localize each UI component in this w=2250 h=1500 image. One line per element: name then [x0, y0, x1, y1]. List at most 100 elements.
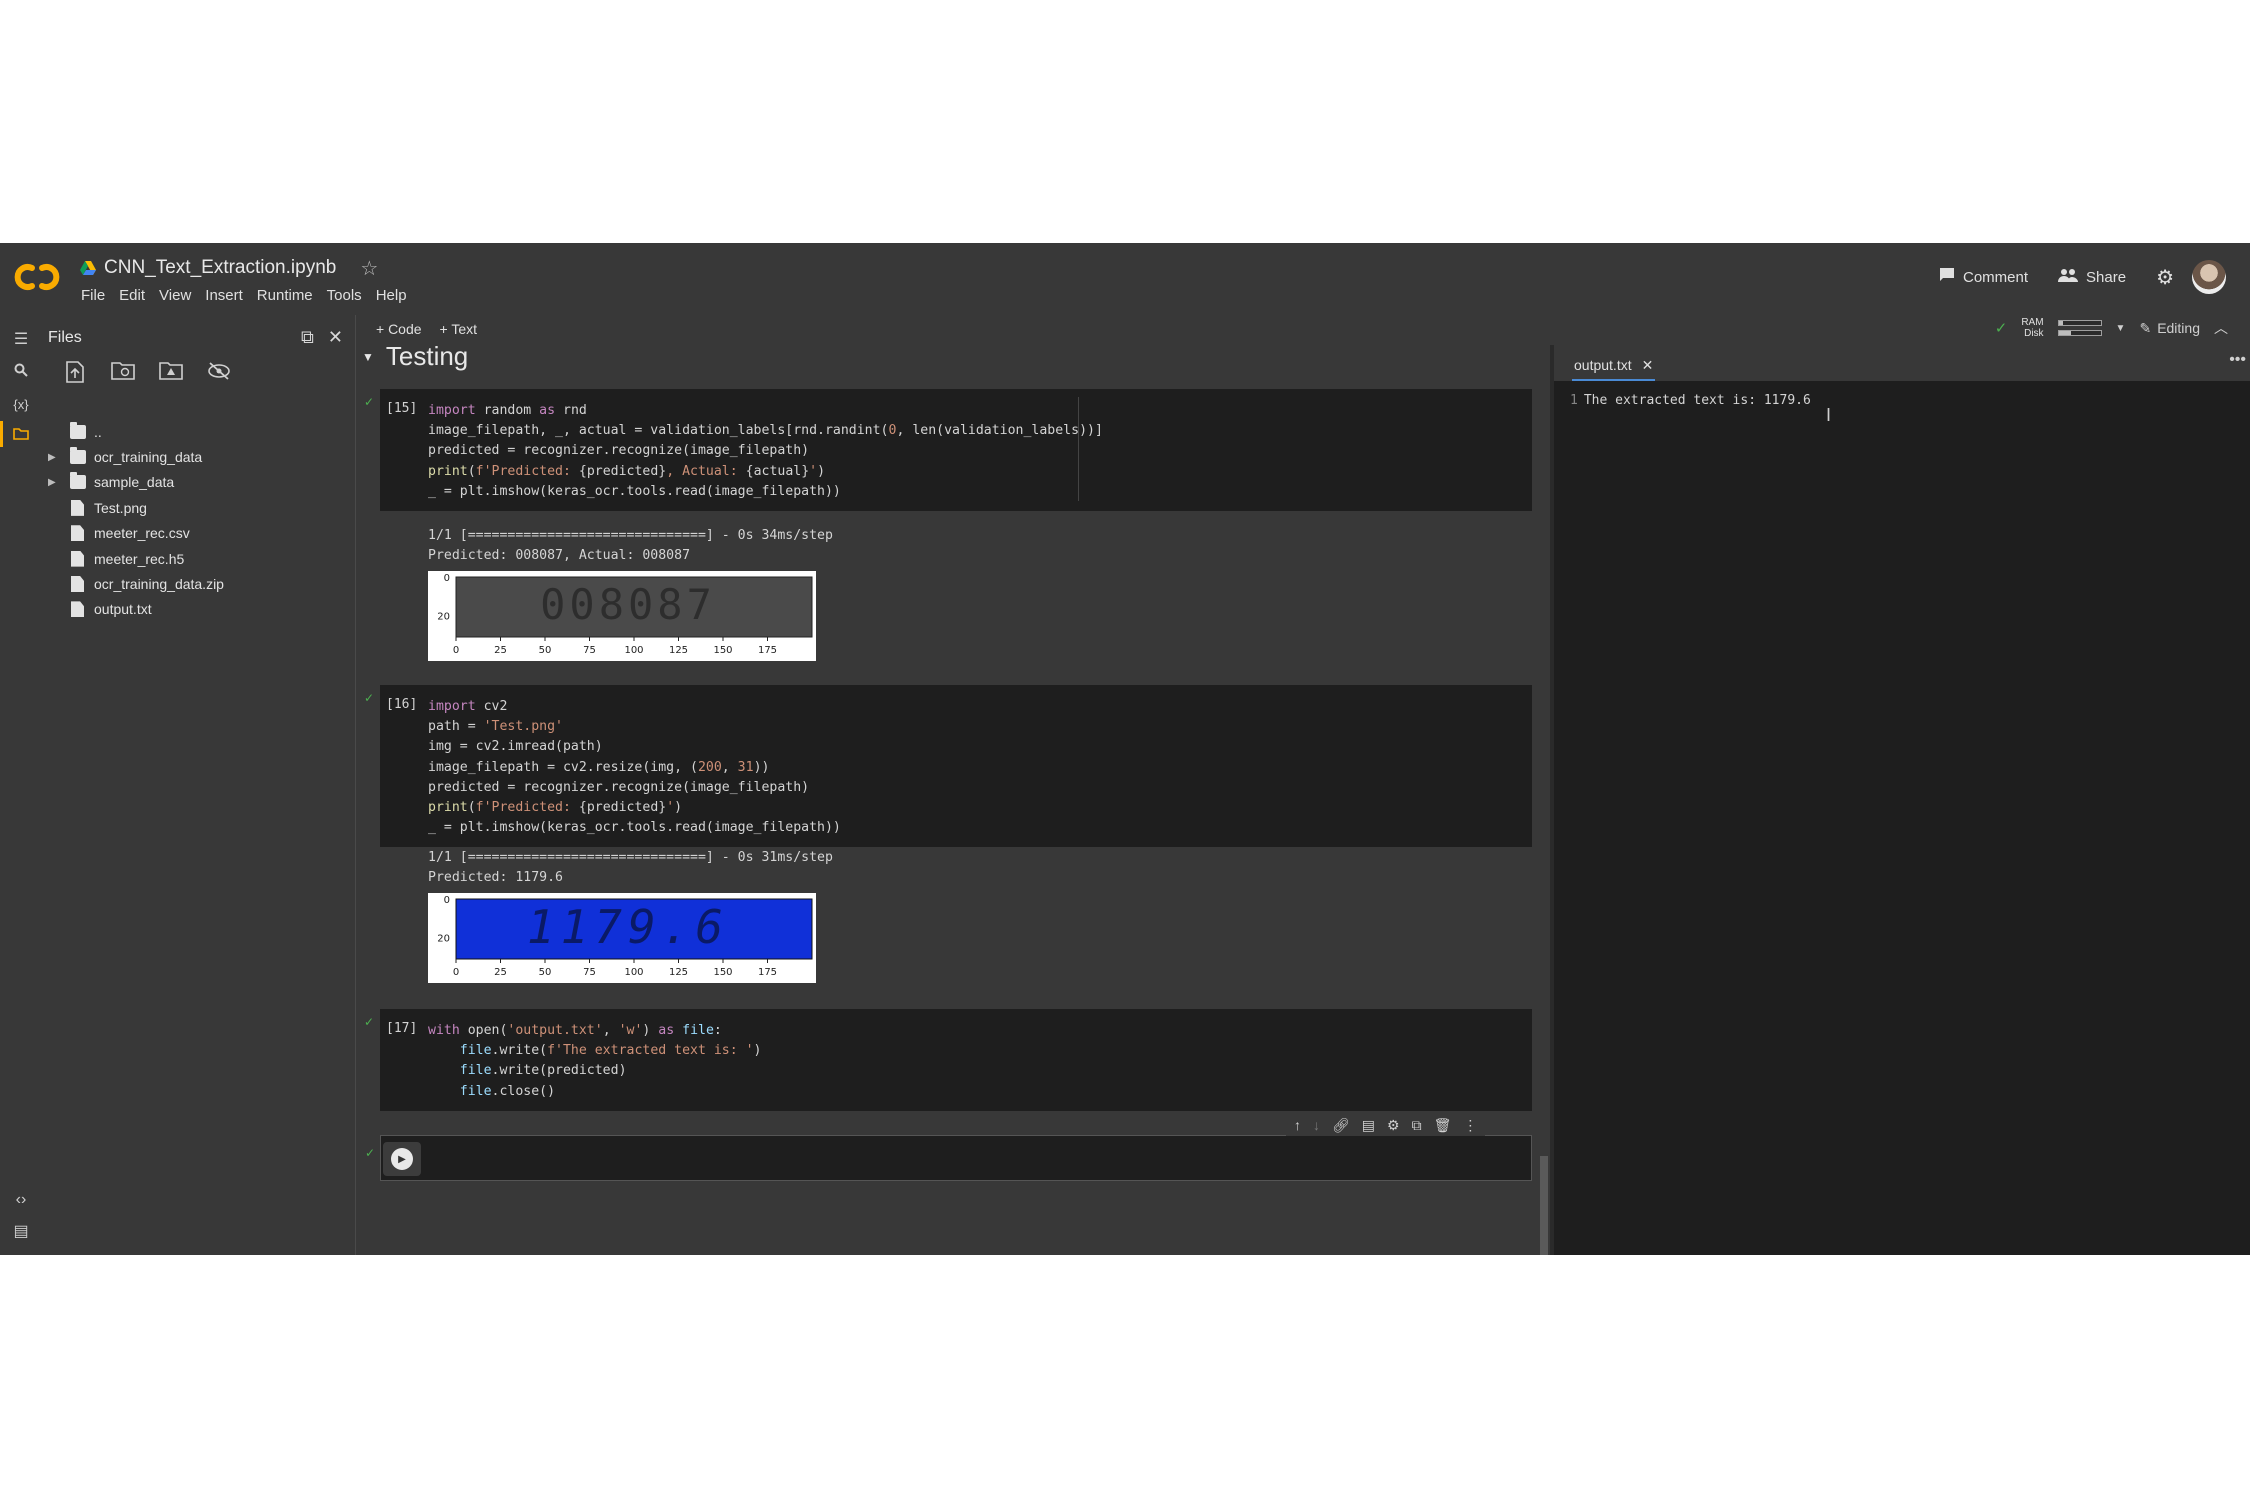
editor-tabs: output.txt ✕ ••• — [1554, 345, 2250, 381]
delete-icon[interactable]: 🗑︎ — [1434, 1117, 1452, 1134]
upload-file-icon[interactable] — [62, 361, 88, 385]
file-tree-item[interactable]: meeter_rec.h5 — [42, 546, 356, 571]
run-status-icon[interactable]: ✓ — [364, 396, 374, 408]
cell-output-line: 1/1 [==============================] - 0… — [428, 850, 833, 865]
x-tick-label: 100 — [624, 967, 643, 978]
settings-button[interactable]: ⚙ — [2156, 265, 2174, 290]
x-tick-label: 25 — [494, 645, 507, 656]
folder-icon — [70, 472, 86, 490]
file-icon — [71, 525, 84, 542]
cell-output-line: 1/1 [==============================] - 0… — [428, 528, 833, 543]
comment-icon[interactable]: ▤ — [1362, 1117, 1375, 1134]
collapse-arrow-icon[interactable]: ▼ — [362, 350, 374, 364]
hide-files-icon[interactable] — [206, 361, 232, 385]
gear-icon[interactable]: ⚙ — [1387, 1117, 1400, 1134]
star-icon[interactable]: ☆ — [360, 256, 378, 281]
files-panel: Files ⧉ ✕ .. ▶ ocr_training_data ▶ sampl… — [42, 315, 356, 1255]
file-tree-item[interactable]: meeter_rec.csv — [42, 521, 356, 546]
folder-icon[interactable] — [0, 427, 42, 445]
mirror-cell-icon[interactable]: ⧉ — [1412, 1117, 1422, 1134]
editing-mode-button[interactable]: ✎ Editing — [2139, 320, 2200, 337]
x-tick-label: 0 — [453, 645, 459, 656]
menu-tools[interactable]: Tools — [320, 287, 369, 304]
file-tree-item[interactable]: output.txt — [42, 597, 356, 622]
command-palette-icon[interactable]: ▤ — [0, 1221, 42, 1241]
file-tree-item[interactable]: .. — [42, 419, 356, 444]
file-tree-item[interactable]: Test.png — [42, 495, 356, 520]
files-title: Files — [48, 329, 82, 346]
colab-logo[interactable] — [14, 261, 60, 293]
code-cell[interactable]: ✓ [15] import random as rnd image_filepa… — [364, 389, 1532, 511]
close-icon[interactable]: ✕ — [328, 327, 343, 348]
refresh-folder-icon[interactable] — [110, 361, 136, 385]
chevron-down-icon[interactable]: ▼ — [2116, 323, 2126, 334]
notebook-title[interactable]: CNN_Text_Extraction.ipynb — [104, 257, 336, 279]
code-editor[interactable]: import random as rnd image_filepath, _, … — [428, 401, 1103, 502]
file-tree-label: ocr_training_data.zip — [94, 576, 224, 593]
run-cell-button[interactable]: ▶ — [383, 1142, 421, 1176]
file-tree-label: output.txt — [94, 601, 152, 618]
open-in-tab-icon[interactable]: ⧉ — [301, 327, 314, 348]
menu-runtime[interactable]: Runtime — [250, 287, 320, 304]
menu-view[interactable]: View — [152, 287, 198, 304]
editor-line[interactable]: 1 The extracted text is: 1179.6 — [1570, 393, 1811, 408]
people-icon — [2058, 268, 2079, 286]
editor-tab[interactable]: output.txt ✕ — [1572, 351, 1656, 381]
menu-edit[interactable]: Edit — [112, 287, 152, 304]
cell-toolbar: ↑ ↓ 🔗︎ ▤ ⚙ ⧉ 🗑︎ ⋮ — [1286, 1115, 1486, 1136]
mount-drive-icon[interactable] — [158, 361, 184, 385]
avatar[interactable] — [2192, 260, 2226, 294]
code-editor[interactable]: import cv2 path = 'Test.png' img = cv2.i… — [428, 697, 841, 838]
resource-labels[interactable]: RAM Disk — [2021, 317, 2043, 339]
share-button[interactable]: Share — [2058, 268, 2126, 286]
run-status-icon[interactable]: ✓ — [364, 1016, 374, 1028]
menu-file[interactable]: File — [74, 287, 112, 304]
empty-code-cell[interactable]: ✓ ▶ — [365, 1135, 1532, 1181]
expand-arrow-icon[interactable]: ▶ — [48, 477, 60, 488]
file-icon — [71, 499, 84, 516]
code-editor[interactable]: with open('output.txt', 'w') as file: fi… — [428, 1021, 762, 1102]
code-cell[interactable]: ✓ [16] import cv2 path = 'Test.png' img … — [364, 685, 1532, 847]
notebook-scrollbar[interactable] — [1540, 1156, 1548, 1255]
table-of-contents-icon[interactable]: ☰ — [0, 329, 42, 349]
y-tick-label: 20 — [437, 934, 450, 945]
code-snippets-icon[interactable]: ‹› — [0, 1191, 42, 1209]
comment-button[interactable]: Comment — [1939, 267, 2028, 287]
run-status-icon[interactable]: ✓ — [364, 692, 374, 704]
x-tick-label: 50 — [539, 645, 552, 656]
resource-bars[interactable] — [2057, 320, 2102, 336]
plot-image-digits: 008087 — [540, 580, 716, 629]
file-icon — [71, 576, 84, 593]
more-vert-icon[interactable]: ⋮ — [1463, 1117, 1477, 1134]
line-text: The extracted text is: 1179.6 — [1583, 393, 1811, 408]
search-icon[interactable] — [0, 363, 42, 382]
file-tree-item[interactable]: ▶ ocr_training_data — [42, 444, 356, 469]
more-horiz-icon[interactable]: ••• — [2229, 351, 2246, 369]
run-status-icon[interactable]: ✓ — [365, 1147, 375, 1159]
variables-icon[interactable]: {x} — [0, 397, 42, 412]
file-tree-label: Test.png — [94, 499, 147, 516]
menu-help[interactable]: Help — [369, 287, 414, 304]
code-cell[interactable]: ✓ [17] with open('output.txt', 'w') as f… — [364, 1009, 1532, 1111]
expand-arrow-icon[interactable]: ▶ — [48, 452, 60, 463]
file-tree-item[interactable]: ▶ sample_data — [42, 470, 356, 495]
link-icon[interactable]: 🔗︎ — [1332, 1117, 1350, 1134]
x-tick-label: 0 — [453, 967, 459, 978]
gear-icon: ⚙ — [2156, 266, 2174, 289]
ram-bar — [2057, 320, 2102, 326]
move-down-icon[interactable]: ↓ — [1313, 1117, 1320, 1134]
chevron-up-icon[interactable]: ︿ — [2214, 318, 2228, 338]
close-tab-icon[interactable]: ✕ — [1642, 357, 1654, 374]
menu-insert[interactable]: Insert — [198, 287, 250, 304]
add-text-button[interactable]: + Text — [440, 321, 478, 337]
line-number: 1 — [1570, 393, 1578, 408]
section-heading[interactable]: ▼ Testing — [362, 345, 468, 372]
execution-count: [15] — [386, 401, 418, 416]
cell-output-line: Predicted: 008087, Actual: 008087 — [428, 548, 691, 563]
add-code-button[interactable]: + Code — [376, 321, 422, 337]
move-up-icon[interactable]: ↑ — [1294, 1117, 1301, 1134]
colab-window: CNN_Text_Extraction.ipynb ☆ File Edit Vi… — [0, 243, 2250, 1255]
file-icon — [71, 550, 84, 567]
left-rail: ☰ {x} ‹› ▤ — [0, 315, 42, 1255]
file-tree-item[interactable]: ocr_training_data.zip — [42, 571, 356, 596]
